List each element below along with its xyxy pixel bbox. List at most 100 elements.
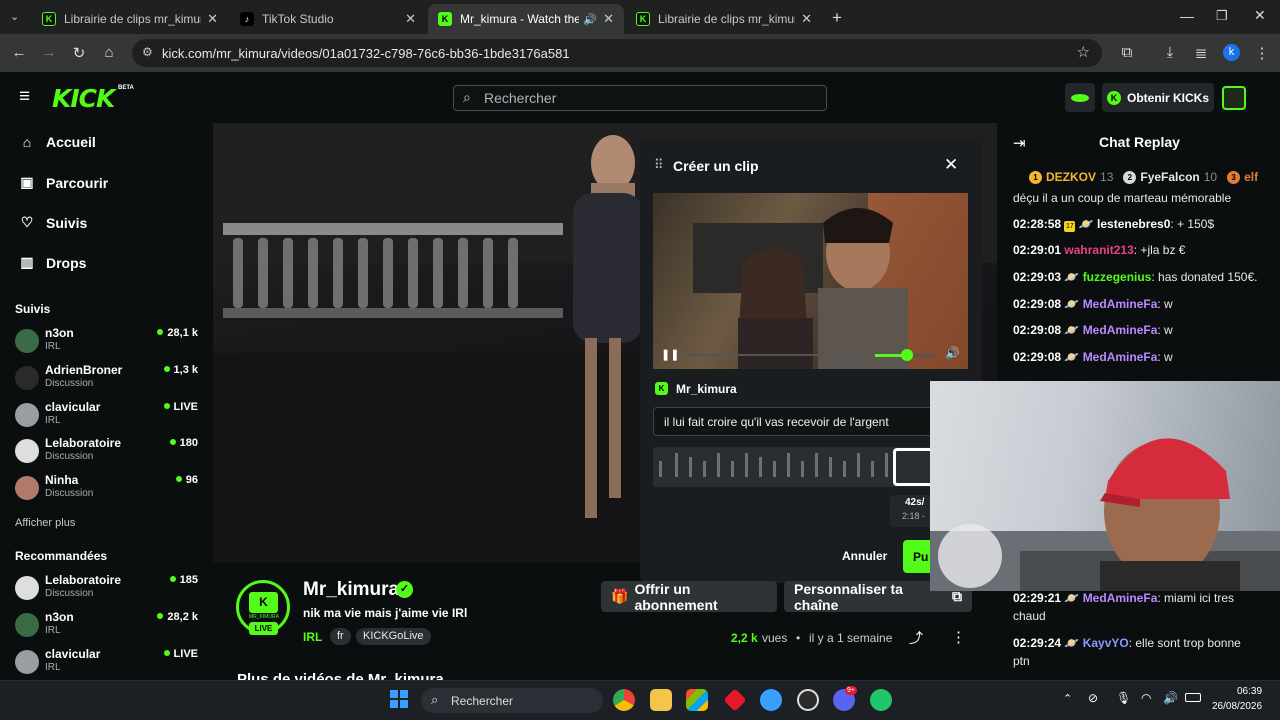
clip-title-input[interactable]: il lui fait croire qu'il vas recevoir de…: [653, 407, 953, 436]
leader-name[interactable]: elf: [1244, 170, 1258, 184]
user-avatar[interactable]: [1222, 86, 1246, 110]
volume-icon[interactable]: 🔊: [945, 346, 960, 360]
channel-name[interactable]: Mr_kimura: [303, 579, 399, 601]
obs-icon[interactable]: [797, 689, 819, 711]
kick-logo[interactable]: KICK: [52, 84, 115, 113]
message-user[interactable]: MedAmineFa: [1083, 350, 1158, 364]
chrome-icon[interactable]: [613, 689, 635, 711]
bookmark-star-icon[interactable]: ☆: [1077, 43, 1090, 61]
clip-preview-image: [693, 193, 968, 369]
volume-icon[interactable]: 🔊: [1163, 691, 1178, 705]
download-icon[interactable]: ⤓: [1160, 44, 1180, 61]
gift-leaderboard: 1 DEZKOV 13 2 FyeFalcon 10 3 elf: [1029, 170, 1258, 184]
more-options-icon[interactable]: ⋮: [951, 628, 966, 646]
avatar: [15, 439, 39, 463]
clip-progress-track[interactable]: [683, 354, 873, 356]
sidebar-channel-ninha[interactable]: Ninha Discussion 96: [15, 473, 205, 507]
nav-following[interactable]: ♡ Suivis: [20, 214, 88, 231]
get-kicks-button[interactable]: K Obtenir KICKs: [1102, 83, 1214, 112]
ufo-icon[interactable]: [1065, 83, 1095, 112]
weather-icon[interactable]: [760, 689, 782, 711]
cancel-button[interactable]: Annuler: [842, 549, 887, 563]
system-tray-chevron-icon[interactable]: ⌃: [1063, 692, 1072, 705]
close-modal-icon[interactable]: ✕: [944, 155, 958, 175]
browser-tab-tiktok-studio[interactable]: ♪ TikTok Studio ✕: [230, 4, 426, 34]
sidebar-recommended-n3on[interactable]: n3on IRL 28,2 k: [15, 610, 205, 644]
nav-label: Accueil: [46, 134, 96, 150]
microsoft-store-icon[interactable]: [686, 689, 708, 711]
collapse-chat-icon[interactable]: ⇥: [1013, 134, 1026, 152]
forward-arrow-icon[interactable]: →: [39, 44, 59, 61]
browser-tab-clip-library-1[interactable]: K Librairie de clips mr_kimura | Cl ✕: [32, 4, 228, 34]
browser-tab-mr-kimura-vod[interactable]: K Mr_kimura - Watch the VOD 🔊 ✕: [428, 4, 624, 34]
message-user[interactable]: MedAmineFa: [1083, 297, 1158, 311]
speaker-icon[interactable]: 🔊: [583, 13, 597, 26]
reload-icon[interactable]: ↻: [69, 44, 89, 62]
message-user[interactable]: lestenebres0: [1097, 217, 1170, 231]
close-icon[interactable]: ✕: [603, 11, 614, 27]
close-icon[interactable]: ✕: [207, 11, 218, 27]
clock-date[interactable]: 26/08/2026: [1212, 701, 1262, 712]
stream-tag[interactable]: KICKGoLive: [356, 628, 431, 645]
home-icon[interactable]: ⌂: [99, 44, 119, 61]
window-close-icon[interactable]: ✕: [1254, 7, 1266, 24]
message-user[interactable]: MedAmineFa: [1083, 323, 1158, 337]
sidebar-channel-adrienbroner[interactable]: AdrienBroner Discussion 1,3 k: [15, 363, 205, 397]
nav-drops[interactable]: ▥ Drops: [20, 254, 86, 271]
viewer-count: 185: [170, 574, 198, 586]
microphone-icon[interactable]: 🎙: [1116, 691, 1131, 705]
channel-category: IRL: [45, 341, 61, 352]
sidebar-recommended-clavicular[interactable]: clavicular IRL LIVE: [15, 647, 205, 681]
sidebar-channel-n3on[interactable]: n3on IRL 28,1 k: [15, 326, 205, 360]
taskbar-search-input[interactable]: ⌕ Rechercher: [421, 688, 603, 713]
browser-menu-icon[interactable]: ⋮: [1252, 44, 1272, 62]
message-user[interactable]: wahranit213: [1064, 243, 1133, 257]
green-app-icon[interactable]: [870, 689, 892, 711]
show-more-link[interactable]: Afficher plus: [15, 517, 75, 529]
close-icon[interactable]: ✕: [405, 11, 416, 27]
drag-handle-icon[interactable]: ⠿: [654, 157, 664, 173]
leader-name[interactable]: FyeFalcon: [1140, 170, 1199, 184]
customize-label: Personnaliser ta chaîne: [794, 580, 903, 613]
battery-icon[interactable]: [1185, 693, 1201, 702]
category-link[interactable]: IRL: [303, 630, 322, 644]
maximize-icon[interactable]: ❐: [1216, 8, 1228, 24]
message-time: 02:29:08: [1013, 350, 1062, 364]
browser-tab-clip-library-2[interactable]: K Librairie de clips mr_kimura | Cl ✕: [626, 4, 822, 34]
message-user[interactable]: fuzzegenius: [1083, 270, 1152, 284]
chat-message: 02:29:01 wahranit213: +jla bz €: [1013, 237, 1268, 263]
volume-slider[interactable]: [875, 349, 933, 361]
tab-search-icon[interactable]: ⌄: [10, 10, 19, 23]
clip-preview-video[interactable]: ❚❚ 🔊: [653, 193, 968, 369]
clock-time[interactable]: 06:39: [1237, 686, 1262, 697]
sidebar-channel-lelaboratoire[interactable]: Lelaboratoire Discussion 180: [15, 436, 205, 470]
gift-icon: 🎁: [611, 588, 629, 604]
language-tag[interactable]: fr: [330, 628, 351, 645]
back-arrow-icon[interactable]: ←: [9, 44, 29, 61]
file-explorer-icon[interactable]: [650, 689, 672, 711]
site-info-icon[interactable]: ⚙: [142, 45, 153, 59]
nav-home[interactable]: ⌂ Accueil: [20, 134, 96, 150]
camera-off-icon[interactable]: ⊘: [1088, 691, 1098, 705]
clip-timeline[interactable]: [653, 447, 943, 487]
sidebar-recommended-lelaboratoire[interactable]: Lelaboratoire Discussion 185: [15, 573, 205, 607]
message-text: : +jla bz €: [1133, 243, 1186, 257]
leader-name[interactable]: DEZKOV: [1046, 170, 1096, 184]
pause-icon[interactable]: ❚❚: [661, 348, 679, 361]
new-tab-plus-icon[interactable]: +: [832, 8, 842, 28]
share-icon[interactable]: ⤴: [909, 628, 923, 648]
nav-browse[interactable]: ▣ Parcourir: [20, 174, 108, 191]
windows-start-icon[interactable]: [390, 690, 408, 708]
close-icon[interactable]: ✕: [801, 11, 812, 27]
sidebar-channel-clavicular[interactable]: clavicular IRL LIVE: [15, 400, 205, 434]
wifi-icon[interactable]: ◠: [1141, 691, 1151, 705]
profile-avatar[interactable]: k: [1223, 44, 1240, 61]
extensions-icon[interactable]: ⧉: [1117, 44, 1137, 61]
minimize-icon[interactable]: —: [1180, 8, 1194, 24]
views-label: vues: [762, 631, 788, 645]
url-bar[interactable]: ⚙ kick.com/mr_kimura/videos/01a01732-c79…: [132, 39, 1102, 67]
media-control-icon[interactable]: ≣: [1191, 44, 1211, 62]
hamburger-menu-icon[interactable]: ≡: [19, 86, 30, 108]
search-input[interactable]: ⌕ Rechercher: [453, 85, 827, 111]
gift-sub-button[interactable]: 🎁 Offrir un abonnement: [601, 581, 777, 613]
